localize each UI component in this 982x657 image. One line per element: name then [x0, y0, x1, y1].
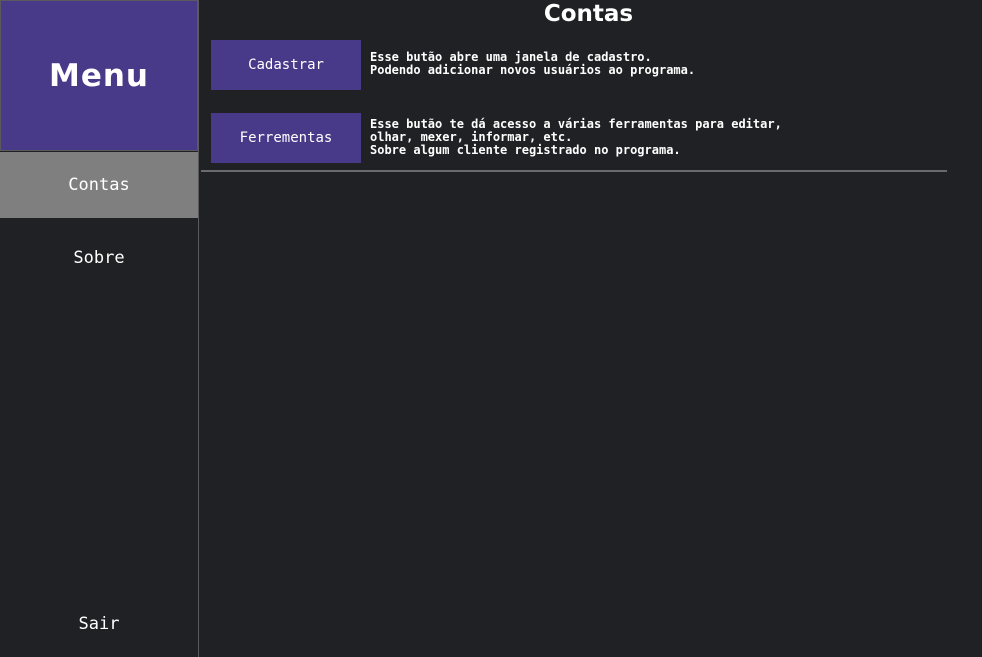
menu-title: Menu	[48, 57, 149, 94]
sidebar-item-sair[interactable]: Sair	[0, 592, 198, 656]
section-divider	[201, 170, 947, 172]
main-content: Contas Cadastrar Esse butão abre uma jan…	[199, 0, 982, 657]
sidebar: Menu Contas Sobre Sair	[0, 0, 199, 657]
ferrementas-description: Esse butão te dá acesso a várias ferrame…	[370, 117, 782, 157]
cadastrar-button[interactable]: Cadastrar	[211, 40, 361, 90]
sidebar-item-contas[interactable]: Contas	[0, 152, 198, 218]
ferrementas-button[interactable]: Ferrementas	[211, 113, 361, 163]
cadastrar-description: Esse butão abre uma janela de cadastro. …	[370, 50, 696, 77]
sidebar-item-sobre[interactable]: Sobre	[0, 226, 198, 290]
page-title: Contas	[543, 1, 634, 27]
menu-header: Menu	[0, 0, 198, 151]
